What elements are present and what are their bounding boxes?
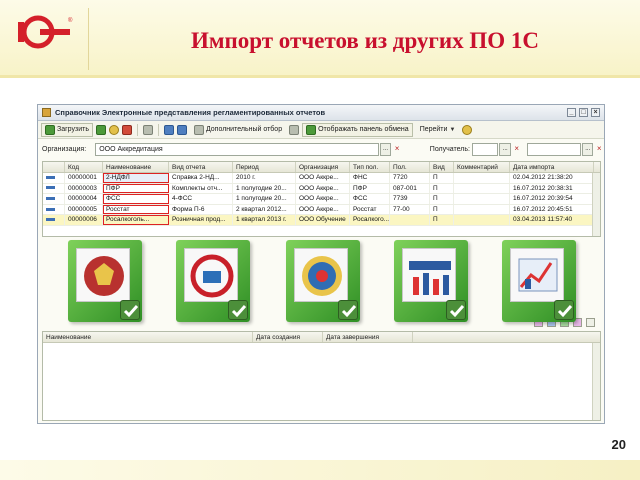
table-scrollbar[interactable] — [592, 173, 600, 236]
column-header[interactable]: Комментарий — [454, 162, 510, 172]
column-header-icon — [43, 162, 65, 172]
recipient-field[interactable] — [471, 142, 499, 156]
column-header[interactable]: Период — [233, 162, 296, 172]
toolbar-separator — [157, 123, 159, 136]
search-clear-icon[interactable]: × — [594, 143, 604, 156]
report-row-icon — [46, 196, 55, 200]
window-title: Справочник Электронные представления рег… — [55, 108, 326, 117]
list-icon[interactable] — [163, 124, 174, 135]
column-header[interactable]: Дата завершения — [323, 332, 413, 342]
reports-table: Код Наименование Вид отчета Период Орган… — [42, 161, 601, 237]
fss-emblem-icon — [286, 240, 360, 322]
column-header[interactable]: Наименование — [43, 332, 253, 342]
slide-footer — [0, 460, 640, 480]
column-header[interactable]: Код — [65, 162, 103, 172]
exchange-table-header: Наименование Дата создания Дата завершен… — [43, 332, 600, 343]
toolbar-separator — [136, 123, 138, 136]
report-row-icon — [46, 186, 55, 190]
page-number: 20 — [611, 437, 626, 452]
add-icon[interactable] — [95, 124, 106, 135]
table-header: Код Наименование Вид отчета Период Орган… — [43, 162, 600, 173]
svg-text:®: ® — [68, 17, 73, 24]
report-row-icon — [46, 175, 55, 179]
highlighted-name: ПФР — [103, 183, 169, 194]
pfr-emblem-icon — [176, 240, 250, 322]
window-titlebar: Справочник Электронные представления рег… — [38, 105, 604, 121]
highlighted-name: 2-НДФЛ — [103, 173, 169, 183]
toolbar: Загрузить Дополнительный отбор Отображат… — [38, 121, 604, 139]
catalog-icon — [42, 108, 51, 117]
org-select-button[interactable]: ... — [379, 142, 392, 156]
column-header[interactable]: Дата создания — [253, 332, 323, 342]
extra-filter-button[interactable]: Дополнительный отбор — [190, 123, 286, 137]
table-row[interactable]: 00000003 ПФР Комплекты отч... 1 полугоди… — [43, 183, 600, 195]
exchange-panel: Наименование Дата создания Дата завершен… — [42, 331, 601, 421]
org-label: Организация: — [42, 145, 87, 153]
report-row-icon — [46, 218, 55, 222]
fns-emblem-icon — [68, 240, 142, 322]
rosstat-icon — [394, 240, 468, 322]
load-button[interactable]: Загрузить — [41, 122, 93, 137]
find-icon[interactable] — [289, 124, 300, 135]
column-header[interactable]: Вид — [430, 162, 454, 172]
column-header[interactable]: Вид отчета — [169, 162, 233, 172]
maximize-icon[interactable]: □ — [579, 108, 588, 117]
window-controls: _ □ × — [567, 108, 604, 117]
column-header[interactable]: Дата импорта — [510, 162, 594, 172]
search-field[interactable] — [527, 142, 581, 156]
exchange-scrollbar[interactable] — [592, 343, 600, 420]
delete-icon[interactable] — [121, 124, 132, 135]
highlighted-name: Росалкоголь... — [103, 215, 169, 225]
table-row-selected[interactable]: 00000006 Росалкоголь... Розничная прод..… — [43, 215, 600, 226]
load-icon — [45, 124, 55, 135]
column-header-empty — [413, 332, 594, 342]
1c-logo-icon: ® — [18, 15, 73, 49]
close-icon[interactable]: × — [591, 108, 600, 117]
column-header[interactable]: Организация — [296, 162, 350, 172]
minimize-icon[interactable]: _ — [567, 108, 576, 117]
org-field[interactable]: ООО Аккредитация — [95, 142, 379, 156]
table-row[interactable]: 00000005 Росстат Форма П-6 2 квартал 201… — [43, 204, 600, 216]
filter-icon — [193, 124, 204, 135]
search-select-button[interactable]: ... — [581, 142, 594, 156]
recipient-label: Получатель: — [429, 145, 470, 153]
org-clear-icon[interactable]: × — [392, 143, 402, 156]
hierarchy-icon[interactable] — [176, 124, 187, 135]
refresh-icon[interactable] — [142, 124, 153, 135]
recipient-select-button[interactable]: ... — [499, 142, 511, 156]
header-divider — [88, 8, 89, 70]
report-icons — [30, 240, 576, 330]
highlighted-name: Росстат — [103, 204, 169, 215]
exchange-tool-icon[interactable] — [586, 317, 595, 327]
column-header[interactable]: Наименование — [103, 162, 169, 172]
goto-menu[interactable]: Перейти ▼ — [416, 123, 460, 137]
recipient-clear-icon[interactable]: × — [512, 143, 522, 156]
show-panel-button[interactable]: Отображать панель обмена — [302, 122, 413, 137]
column-header[interactable]: Пол. — [390, 162, 430, 172]
edit-icon[interactable] — [108, 124, 119, 135]
slide-title: Импорт отчетов из других ПО 1С — [190, 28, 540, 53]
rosalkogol-chart-icon — [502, 240, 576, 322]
report-row-icon — [46, 207, 55, 211]
chevron-down-icon: ▼ — [449, 126, 456, 133]
filter-row: Организация: ООО Аккредитация ... × Полу… — [38, 139, 604, 159]
table-row[interactable]: 00000004 ФСС 4-ФСС 1 полугодие 20... ООО… — [43, 194, 600, 205]
header-rule — [0, 75, 640, 78]
help-icon[interactable] — [462, 124, 473, 135]
panel-icon — [306, 124, 317, 135]
highlighted-name: ФСС — [103, 194, 169, 204]
table-row[interactable]: 00000001 2-НДФЛ Справка 2-НД... 2010 г. … — [43, 173, 600, 184]
column-header[interactable]: Тип пол. — [350, 162, 390, 172]
